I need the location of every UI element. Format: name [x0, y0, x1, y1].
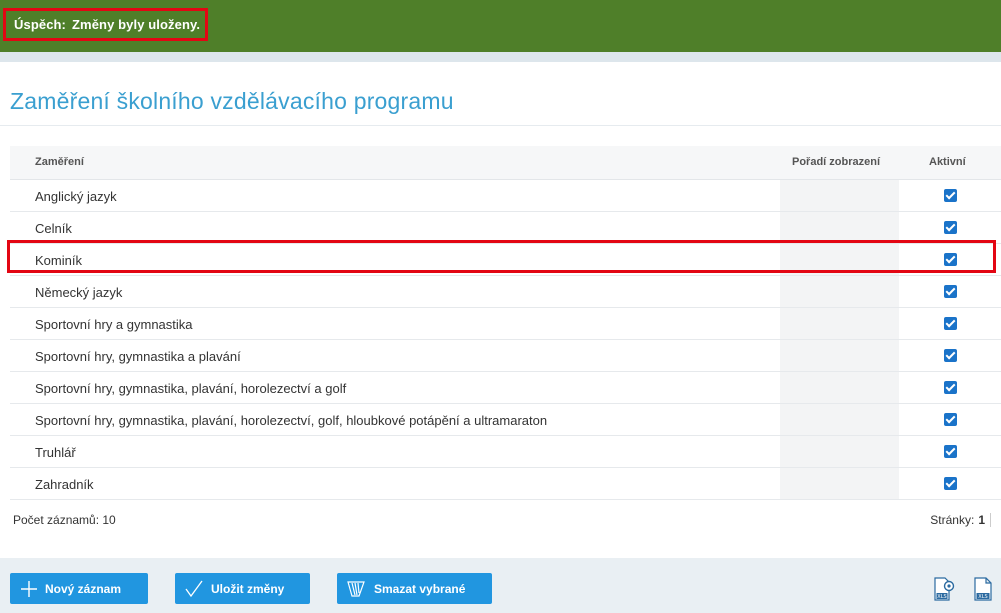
order-cell[interactable]	[780, 404, 899, 435]
table-row[interactable]: Sportovní hry a gymnastika	[10, 308, 1001, 340]
save-changes-label: Uložit změny	[211, 582, 285, 596]
row-name: Sportovní hry, gymnastika, plavání, horo…	[35, 381, 347, 396]
table-row[interactable]: Německý jazyk	[10, 276, 1001, 308]
new-record-button[interactable]: Nový záznam	[10, 573, 148, 604]
row-highlight-box	[7, 240, 996, 273]
row-name: Německý jazyk	[35, 285, 123, 300]
active-checkbox[interactable]	[944, 445, 957, 458]
table-row[interactable]: Anglický jazyk	[10, 180, 1001, 212]
delete-selected-label: Smazat vybrané	[374, 582, 466, 596]
divider-strip	[0, 52, 1001, 62]
eraser-icon	[347, 581, 365, 597]
content-panel: Zaměření školního vzdělávacího programu …	[0, 62, 1001, 558]
row-name: Sportovní hry, gymnastika a plavání	[35, 349, 241, 364]
order-cell[interactable]	[780, 340, 899, 371]
row-name: Celník	[35, 221, 72, 236]
table-row[interactable]: Sportovní hry, gymnastika, plavání, horo…	[10, 404, 1001, 436]
plus-icon	[21, 581, 37, 597]
row-name: Anglický jazyk	[35, 189, 117, 204]
column-header-name[interactable]: Zaměření	[35, 156, 84, 168]
table-row[interactable]: Truhlář	[10, 436, 1001, 468]
row-name: Sportovní hry a gymnastika	[35, 317, 193, 332]
active-checkbox[interactable]	[944, 285, 957, 298]
delete-selected-button[interactable]: Smazat vybrané	[337, 573, 492, 604]
column-header-active[interactable]: Aktivní	[929, 156, 966, 168]
active-checkbox[interactable]	[944, 413, 957, 426]
svg-text:XLS: XLS	[937, 594, 946, 600]
svg-text:XLS: XLS	[978, 594, 987, 600]
save-changes-button[interactable]: Uložit změny	[175, 573, 310, 604]
banner-highlight-box	[3, 8, 208, 41]
order-cell[interactable]	[780, 212, 899, 243]
table-row[interactable]: Zahradník	[10, 468, 1001, 500]
page-title: Zaměření školního vzdělávacího programu	[10, 88, 454, 114]
focus-table: Zaměření Pořadí zobrazení Aktivní Anglic…	[10, 146, 1001, 500]
table-row[interactable]: Sportovní hry, gymnastika a plavání	[10, 340, 1001, 372]
pagination: Stránky: 1	[930, 513, 991, 527]
order-cell[interactable]	[780, 436, 899, 467]
order-cell[interactable]	[780, 372, 899, 403]
active-checkbox[interactable]	[944, 221, 957, 234]
row-name: Zahradník	[35, 477, 94, 492]
active-checkbox[interactable]	[944, 349, 957, 362]
table-row[interactable]: Sportovní hry, gymnastika, plavání, horo…	[10, 372, 1001, 404]
column-header-order[interactable]: Pořadí zobrazení	[792, 156, 880, 168]
order-cell[interactable]	[780, 308, 899, 339]
active-checkbox[interactable]	[944, 189, 957, 202]
checkmark-icon	[185, 580, 203, 598]
order-cell[interactable]	[780, 180, 899, 211]
xls-export-icon[interactable]: XLS	[970, 576, 996, 602]
active-checkbox[interactable]	[944, 477, 957, 490]
table-header: Zaměření Pořadí zobrazení Aktivní	[10, 146, 1001, 180]
active-checkbox[interactable]	[944, 381, 957, 394]
title-divider	[0, 125, 1001, 126]
new-record-label: Nový záznam	[45, 582, 122, 596]
page-number[interactable]: 1	[978, 513, 991, 527]
order-cell[interactable]	[780, 276, 899, 307]
active-checkbox[interactable]	[944, 317, 957, 330]
order-cell[interactable]	[780, 468, 899, 499]
row-name: Sportovní hry, gymnastika, plavání, horo…	[35, 413, 548, 428]
pages-label: Stránky:	[930, 513, 975, 527]
record-count: Počet záznamů: 10	[13, 513, 116, 527]
row-name: Truhlář	[35, 445, 76, 460]
xls-settings-icon[interactable]: XLS	[931, 576, 957, 602]
